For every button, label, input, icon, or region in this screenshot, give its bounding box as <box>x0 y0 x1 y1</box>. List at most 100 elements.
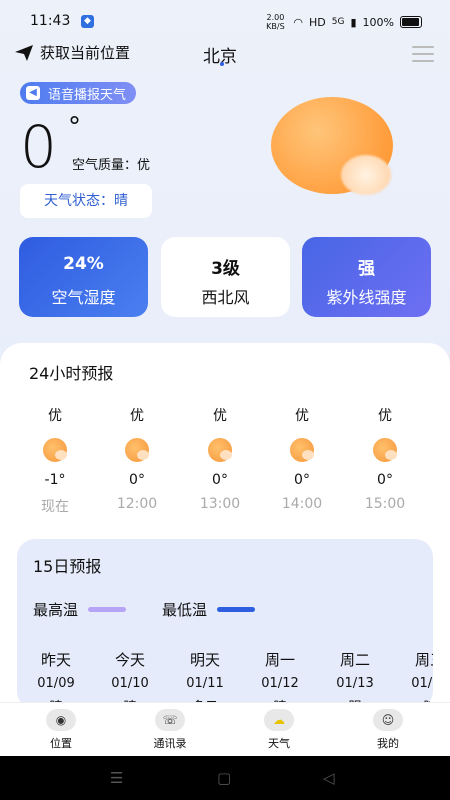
hourly-item[interactable]: 优 0° 12:00 <box>102 405 172 512</box>
day-name: 周三 <box>414 651 433 669</box>
wind-card: 3级 西北风 <box>161 237 290 317</box>
nav-label-location: 位置 <box>50 737 72 750</box>
nav-label-weather: 天气 <box>268 737 290 750</box>
status-right: 2.00 KB/S ◠ HD 5G ▮ 100% <box>263 13 422 31</box>
eye-icon: ◉ <box>46 709 76 731</box>
signal-label: 5G <box>331 17 345 27</box>
current-temperature: 0 <box>20 113 57 181</box>
voice-label: 语音播报天气 <box>48 87 127 103</box>
sun-cloud-icon <box>373 438 397 462</box>
day-date: 01/13 <box>336 676 374 691</box>
send-icon <box>15 44 33 61</box>
speaker-icon: ◀ <box>26 86 40 100</box>
hour-quality: 优 <box>295 408 309 424</box>
uv-value: 强 <box>358 259 375 279</box>
sun-cloud-icon <box>208 438 232 462</box>
hour-time: 14:00 <box>281 496 323 512</box>
nav-label-profile: 我的 <box>377 737 399 750</box>
sun-cloud-icon <box>125 438 149 462</box>
wifi-label: HD <box>309 15 326 29</box>
menu-icon[interactable] <box>412 46 434 67</box>
humidity-label: 空气湿度 <box>51 288 116 307</box>
status-bar: 11:43 ◆ 2.00 KB/S ◠ HD 5G ▮ 100% <box>0 0 450 42</box>
hourly-item[interactable]: 优 0° 13:00 <box>185 405 255 512</box>
hourly-item[interactable]: 优 0° 14:00 <box>267 405 337 512</box>
nav-item-location[interactable]: ◉ 位置 <box>26 709 96 751</box>
hour-time: 现在 <box>41 499 69 515</box>
daily-item[interactable]: 周一 01/12 晴 <box>245 649 315 709</box>
day-date: 01/09 <box>37 676 75 691</box>
daily-item[interactable]: 周二 01/13 阴 <box>320 649 390 709</box>
weather-state: 天气状态：晴 <box>20 184 152 218</box>
daily-item[interactable]: 昨天 01/09 晴 <box>21 649 91 709</box>
voice-broadcast-button[interactable]: ◀ 语音播报天气 <box>20 82 137 104</box>
hourly-forecast-title: 24小时预报 <box>29 364 114 383</box>
hour-temp: 0° <box>294 472 310 488</box>
day-name: 周二 <box>339 651 370 669</box>
humidity-value: 24% <box>63 254 104 274</box>
hour-temp: 0° <box>212 472 228 488</box>
daily-item[interactable]: 明天 01/11 多云 <box>170 649 240 709</box>
day-date: 01/14 <box>411 676 433 691</box>
wifi-icon: ◠ <box>293 15 304 29</box>
daily-item[interactable]: 今天 01/10 晴 <box>95 649 165 709</box>
hour-temp: 0° <box>129 472 145 488</box>
hour-time: 15:00 <box>364 496 406 512</box>
legend-low: 最低温 <box>162 599 256 620</box>
uv-card: 强 紫外线强度 <box>302 237 431 317</box>
hour-temp: 0° <box>377 472 393 488</box>
bottom-nav: ◉ 位置 ☏ 通讯录 ☁ 天气 ☺ 我的 <box>0 702 450 757</box>
net-speed: 2.00 KB/S <box>266 13 285 31</box>
cloud-icon <box>341 155 391 195</box>
daily-forecast-panel: 15日预报 最高温 最低温 昨天 01/09 晴 今天 01/10 晴 明天 0… <box>17 539 433 709</box>
uv-label: 紫外线强度 <box>326 288 407 307</box>
weather-icon: ☁ <box>264 709 294 731</box>
profile-icon: ☺ <box>373 709 403 731</box>
system-nav-bar: ☰ ▢ ◁ <box>0 756 450 800</box>
get-location-button[interactable]: 获取当前位置 <box>14 42 130 63</box>
legend-low-label: 最低温 <box>162 601 208 619</box>
daily-item[interactable]: 周三 01/14 晴 <box>395 649 433 709</box>
back-icon[interactable]: ◁ <box>323 769 335 787</box>
hour-quality: 优 <box>130 408 144 424</box>
air-quality: 空气质量：优 <box>72 158 151 173</box>
day-name: 明天 <box>189 651 220 669</box>
wind-label: 西北风 <box>201 288 250 307</box>
sun-cloud-icon <box>43 438 67 462</box>
header: 获取当前位置 北京 <box>0 42 450 67</box>
hour-quality: 优 <box>213 408 227 424</box>
battery-icon <box>400 16 422 28</box>
daily-forecast-title: 15日预报 <box>33 557 102 576</box>
nav-item-profile[interactable]: ☺ 我的 <box>353 709 423 751</box>
day-name: 今天 <box>114 651 145 669</box>
get-location-label: 获取当前位置 <box>40 44 131 62</box>
nav-item-weather[interactable]: ☁ 天气 <box>244 709 314 751</box>
nav-item-contacts[interactable]: ☏ 通讯录 <box>135 709 205 751</box>
degree-symbol: ° <box>68 112 81 142</box>
nav-label-contacts: 通讯录 <box>153 737 187 750</box>
hour-quality: 优 <box>48 408 62 424</box>
legend-low-swatch <box>217 607 256 612</box>
day-name: 周一 <box>264 651 295 669</box>
recent-apps-icon[interactable]: ☰ <box>110 769 123 787</box>
city-indicator-dot <box>220 62 224 66</box>
app-notification-icon: ◆ <box>81 15 94 28</box>
hourly-item[interactable]: 优 -1° 现在 <box>20 405 90 516</box>
hour-quality: 优 <box>378 408 392 424</box>
home-icon[interactable]: ▢ <box>217 769 231 787</box>
legend-high: 最高温 <box>33 599 127 620</box>
day-name: 昨天 <box>40 651 71 669</box>
hour-temp: -1° <box>44 472 66 488</box>
contacts-icon: ☏ <box>155 709 185 731</box>
humidity-card: 24% 空气湿度 <box>19 237 148 317</box>
hourly-item[interactable]: 优 0° 15:00 <box>350 405 420 512</box>
day-date: 01/10 <box>111 676 149 691</box>
hour-time: 12:00 <box>116 496 158 512</box>
legend-high-label: 最高温 <box>33 601 79 619</box>
day-date: 01/11 <box>186 676 224 691</box>
status-time: 11:43 <box>30 13 71 29</box>
battery-label: 100% <box>362 15 394 29</box>
hour-time: 13:00 <box>199 496 241 512</box>
wind-value: 3级 <box>211 259 240 279</box>
sun-cloud-icon <box>290 438 314 462</box>
